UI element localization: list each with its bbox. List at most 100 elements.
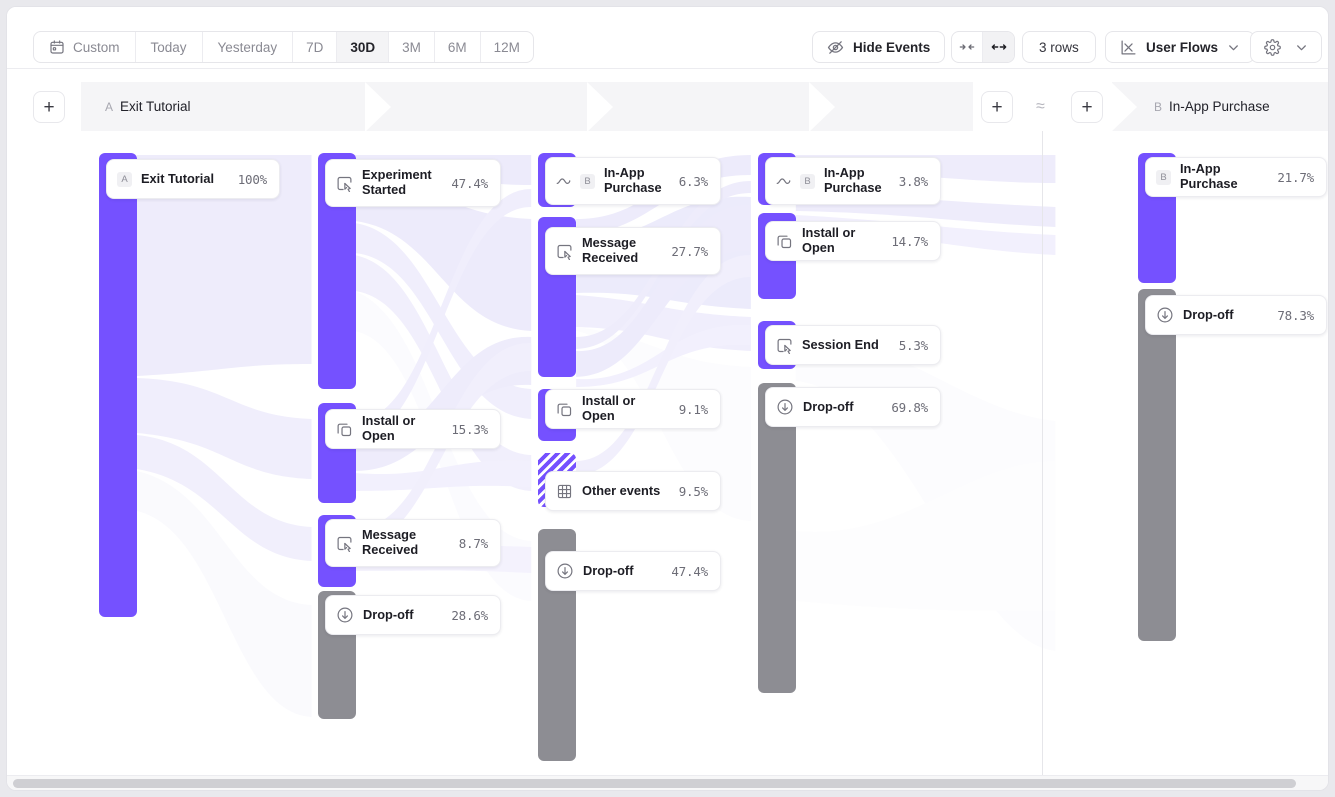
node-percentage: 14.7% [891, 234, 928, 249]
node-percentage: 6.3% [679, 174, 708, 189]
date-range-3m[interactable]: 3M [389, 32, 435, 62]
node-card[interactable]: Install or Open 14.7% [765, 221, 941, 261]
node-card[interactable]: BIn-App Purchase6.3% [545, 157, 721, 205]
node-percentage: 15.3% [451, 422, 488, 437]
node-percentage: 28.6% [451, 608, 488, 623]
step-divider-chevron [587, 82, 613, 132]
rows-count-button[interactable]: 3 rows [1022, 31, 1096, 63]
node-bar[interactable] [99, 153, 137, 617]
date-range-today[interactable]: Today [136, 32, 203, 62]
cursor-box-icon [336, 535, 353, 552]
node-bar[interactable] [758, 383, 796, 693]
step-track-left [81, 82, 973, 132]
date-range-7d[interactable]: 7D [293, 32, 337, 62]
node-card[interactable]: A Exit Tutorial 100% [106, 159, 280, 199]
chevron-down-icon [1295, 41, 1308, 54]
settings-dropdown-button[interactable] [1250, 31, 1322, 63]
step-label-text: In-App Purchase [1169, 99, 1270, 114]
step-label-end[interactable]: B In-App Purchase [1154, 99, 1270, 114]
node-label: Install or Open [362, 414, 442, 443]
arrow-down-circle-icon [776, 398, 794, 416]
calendar-icon [49, 39, 65, 55]
node-percentage: 78.3% [1277, 308, 1314, 323]
date-range-label: Today [151, 40, 187, 55]
date-range-selector[interactable]: Custom Today Yesterday 7D 30D3M6M 12M [33, 31, 534, 63]
node-bar[interactable] [1138, 289, 1176, 641]
date-range-yesterday[interactable]: Yesterday [203, 32, 294, 62]
plus-icon: + [991, 98, 1002, 117]
node-percentage: 100% [238, 172, 267, 187]
cursor-box-icon [556, 243, 573, 260]
step-divider-chevron [809, 82, 835, 132]
date-range-30d[interactable]: 30D [337, 32, 389, 62]
date-range-label: 12M [494, 40, 520, 55]
node-card[interactable]: Drop-off 28.6% [325, 595, 501, 635]
node-percentage: 9.5% [679, 484, 708, 499]
width-mode-selector[interactable] [951, 31, 1015, 63]
node-label: Install or Open [582, 394, 670, 423]
plus-icon: + [43, 98, 54, 117]
cursor-box-icon [336, 175, 353, 192]
date-range-label: Custom [73, 40, 120, 55]
app-window: Custom Today Yesterday 7D 30D3M6M 12M Hide Ev… [6, 6, 1329, 791]
node-label: Drop-off [363, 608, 442, 623]
node-label: In-App Purchase [824, 166, 890, 195]
step-badge-b: B [1154, 100, 1162, 114]
node-card[interactable]: Session End5.3% [765, 325, 941, 365]
node-label: Install or Open [802, 226, 882, 255]
node-label: In-App Purchase [604, 166, 670, 195]
view-type-dropdown[interactable]: User Flows [1105, 31, 1255, 63]
node-card[interactable]: BIn-App Purchase21.7% [1145, 157, 1327, 197]
rows-count-label: 3 rows [1039, 40, 1079, 55]
node-percentage: 69.8% [891, 400, 928, 415]
date-range-label: Yesterday [218, 40, 278, 55]
step-header-bar: + A Exit Tutorial + ≈ + B In-App Purchas… [7, 69, 1328, 131]
add-step-left-button[interactable]: + [33, 91, 65, 123]
plus-icon: + [1081, 98, 1092, 117]
expand-horizontal-icon[interactable] [983, 32, 1014, 62]
view-type-label: User Flows [1146, 40, 1218, 55]
node-card[interactable]: Drop-off78.3% [1145, 295, 1327, 335]
flow-chart-icon [1120, 39, 1137, 56]
node-label: In-App Purchase [1180, 162, 1268, 191]
horizontal-scrollbar-thumb[interactable] [13, 779, 1296, 788]
step-badge-a: A [105, 100, 113, 114]
node-badge-a: A [117, 172, 132, 187]
hide-events-label: Hide Events [853, 40, 930, 55]
node-card[interactable]: BIn-App Purchase3.8% [765, 157, 941, 205]
chevron-down-icon [1227, 41, 1240, 54]
node-card[interactable]: Other events9.5% [545, 471, 721, 511]
date-range-12m[interactable]: 12M [481, 32, 533, 62]
node-label: Drop-off [583, 564, 662, 579]
node-percentage: 3.8% [899, 174, 928, 189]
copy-icon [776, 233, 793, 250]
arrow-down-circle-icon [336, 606, 354, 624]
date-range-label: 7D [306, 40, 323, 55]
node-label: Exit Tutorial [141, 172, 229, 187]
step-label-text: Exit Tutorial [120, 99, 191, 114]
step-divider-chevron [365, 82, 391, 132]
node-card[interactable]: Message Received8.7% [325, 519, 501, 567]
date-range-6m[interactable]: 6M [435, 32, 481, 62]
horizontal-scrollbar-track[interactable] [7, 775, 1328, 790]
collapse-horizontal-icon[interactable] [952, 32, 983, 62]
node-percentage: 21.7% [1277, 170, 1314, 185]
node-card[interactable]: Experiment Started47.4% [325, 159, 501, 207]
node-card[interactable]: Drop-off47.4% [545, 551, 721, 591]
step-label-start[interactable]: A Exit Tutorial [105, 99, 191, 114]
hide-events-button[interactable]: Hide Events [812, 31, 945, 63]
node-card[interactable]: Drop-off69.8% [765, 387, 941, 427]
node-label: Message Received [582, 236, 662, 265]
date-range-custom[interactable]: Custom [34, 32, 136, 62]
node-card[interactable]: Install or Open 15.3% [325, 409, 501, 449]
eye-off-icon [827, 39, 844, 56]
node-card[interactable]: Install or Open9.1% [545, 389, 721, 429]
section-divider [1042, 131, 1043, 777]
trend-icon [556, 174, 571, 189]
node-percentage: 8.7% [459, 536, 488, 551]
add-step-middle-button[interactable]: + [981, 91, 1013, 123]
arrow-down-circle-icon [1156, 306, 1174, 324]
add-step-right-button[interactable]: + [1071, 91, 1103, 123]
node-card[interactable]: Message Received27.7% [545, 227, 721, 275]
sankey-canvas[interactable]: A Exit Tutorial 100% Experiment Started47.4… [7, 131, 1328, 777]
